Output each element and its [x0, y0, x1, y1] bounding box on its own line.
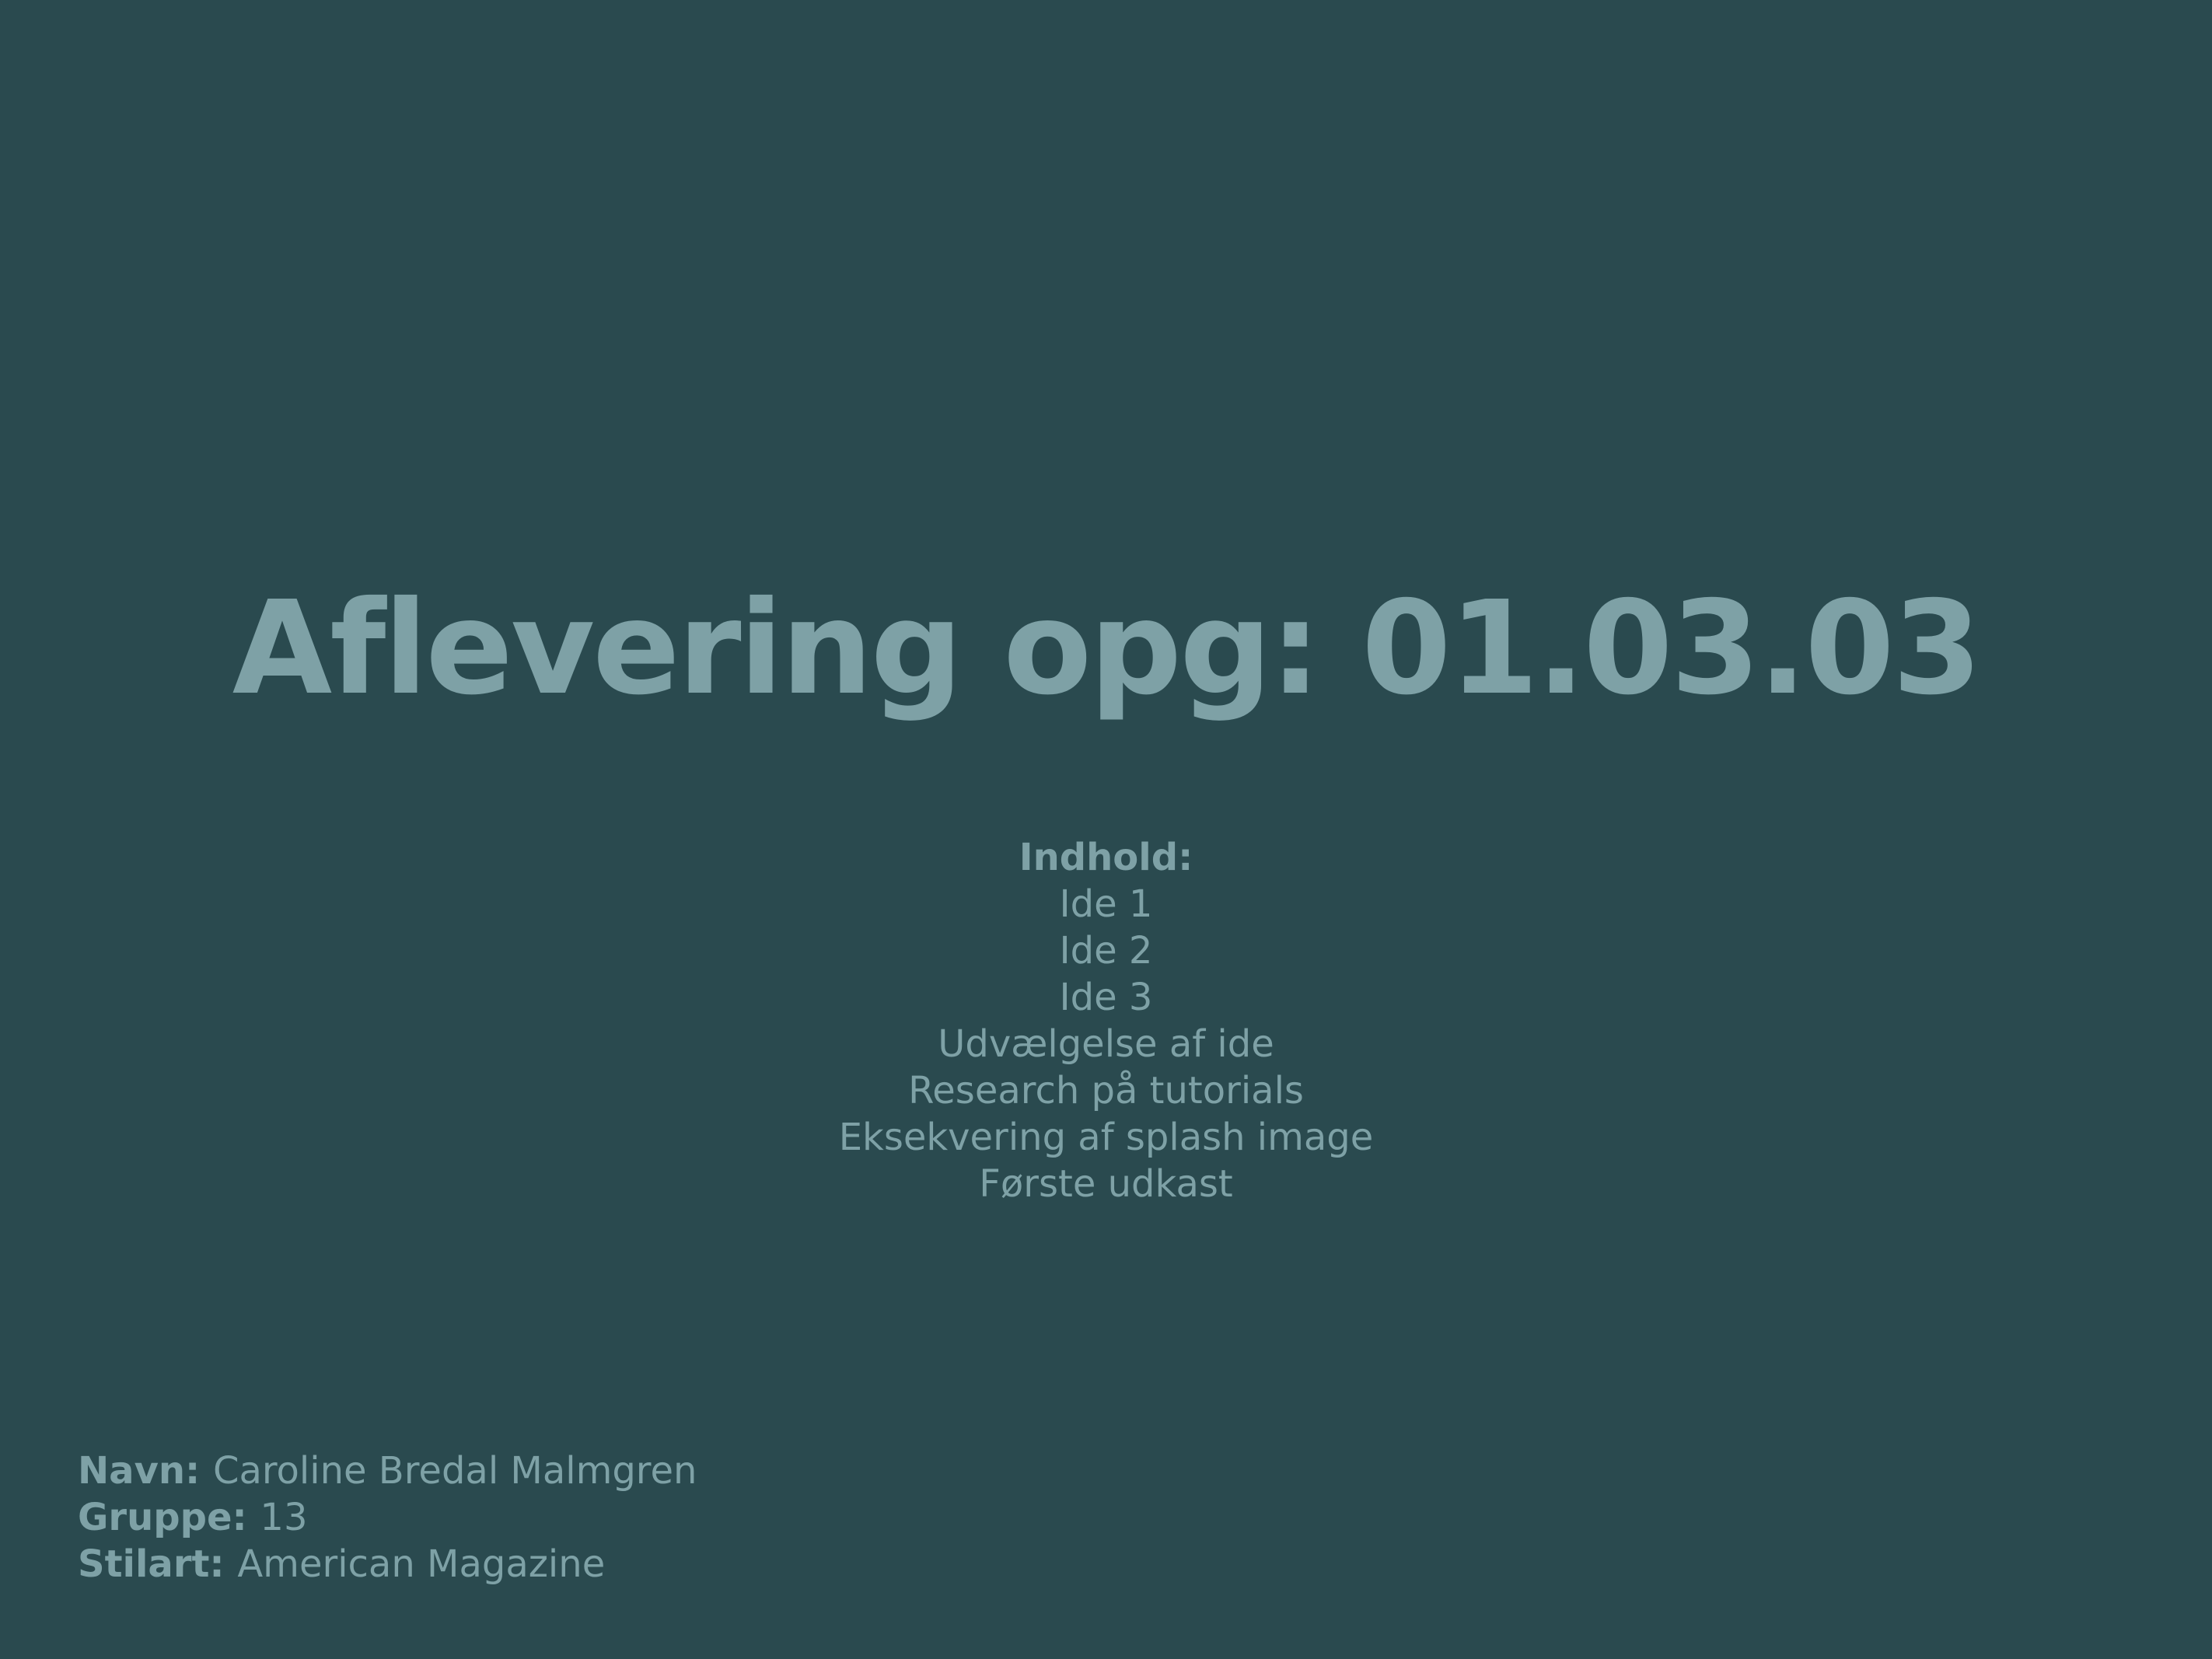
contents-item-idea-2: Ide 2: [1059, 929, 1153, 973]
group-value: 13: [260, 1496, 308, 1539]
document-page: Aflevering opg: 01.03.03 Indhold: Ide 1 …: [0, 0, 2212, 1659]
name-row: Navn: Caroline Bredal Malmgren: [78, 1448, 697, 1494]
group-row: Gruppe: 13: [78, 1494, 697, 1541]
contents-item-idea-3: Ide 3: [1059, 976, 1153, 1019]
style-value: American Magazine: [237, 1542, 606, 1586]
name-value: Caroline Bredal Malmgren: [212, 1449, 697, 1493]
name-label: Navn:: [78, 1449, 213, 1493]
contents-item-selection: Udvælgelse af ide: [938, 1022, 1274, 1066]
contents-item-idea-1: Ide 1: [1059, 882, 1153, 926]
style-label: Stilart:: [78, 1542, 238, 1586]
contents-item-research: Research på tutorials: [908, 1069, 1304, 1112]
table-of-contents: Indhold: Ide 1 Ide 2 Ide 3 Udvælgelse af…: [0, 834, 2212, 1207]
author-info: Navn: Caroline Bredal Malmgren Gruppe: 1…: [78, 1448, 697, 1587]
contents-item-first-draft: Første udkast: [979, 1162, 1233, 1206]
contents-heading: Indhold:: [1019, 836, 1193, 879]
group-label: Gruppe:: [78, 1496, 260, 1539]
style-row: Stilart: American Magazine: [78, 1541, 697, 1587]
page-title: Aflevering opg: 01.03.03: [232, 574, 1983, 724]
contents-item-execution: Eksekvering af splash image: [838, 1116, 1374, 1159]
